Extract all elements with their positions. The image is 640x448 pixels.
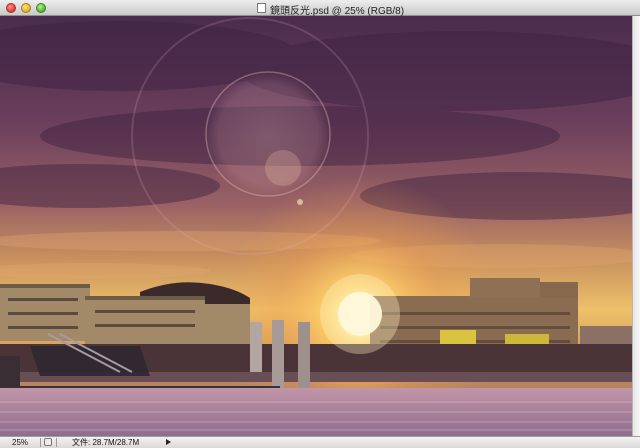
status-divider <box>56 438 57 447</box>
document-icon <box>257 3 266 13</box>
quick-mask-icon[interactable] <box>44 438 52 446</box>
title-bar[interactable]: 鏡頭反光.psd @ 25% (RGB/8) <box>0 0 640 17</box>
status-menu-arrow-icon[interactable] <box>166 439 171 445</box>
vertical-scrollbar[interactable] <box>632 16 640 436</box>
status-divider <box>40 438 41 447</box>
status-bar: 25% 文件: 28.7M/28.7M <box>0 436 640 448</box>
zoom-level-field[interactable]: 25% <box>2 438 36 448</box>
photoshop-document-window: 鏡頭反光.psd @ 25% (RGB/8) 25% 文件: 28.7M/28.… <box>0 0 640 448</box>
image-canvas[interactable] <box>0 16 632 436</box>
minimize-button[interactable] <box>21 3 31 13</box>
zoom-button[interactable] <box>36 3 46 13</box>
window-title: 鏡頭反光.psd @ 25% (RGB/8) <box>270 6 405 17</box>
close-button[interactable] <box>6 3 16 13</box>
photo-sunset-lens-flare <box>0 16 632 436</box>
document-size-info: 文件: 28.7M/28.7M <box>72 438 140 447</box>
